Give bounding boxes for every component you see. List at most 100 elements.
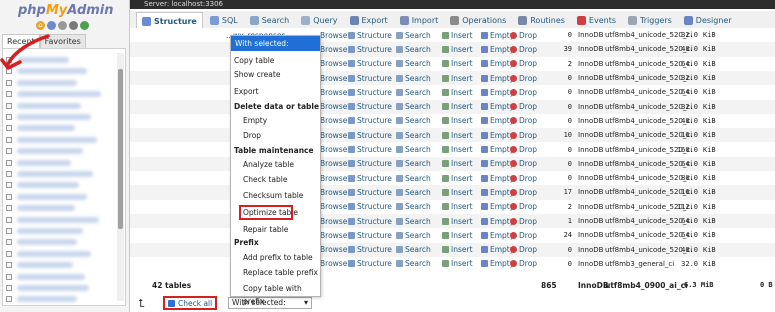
structure-link[interactable]: Structure xyxy=(348,145,392,154)
search-link[interactable]: Search xyxy=(396,217,431,226)
tree-expand-icon[interactable] xyxy=(6,262,12,269)
tree-item[interactable] xyxy=(17,216,99,223)
size-cell[interactable]: 32.0 xyxy=(681,31,698,39)
browse-link[interactable]: Browse xyxy=(320,131,347,140)
tab-triggers[interactable]: Triggers xyxy=(623,12,677,29)
tree-item[interactable] xyxy=(17,205,75,212)
browse-link[interactable]: Browse xyxy=(320,245,347,254)
search-link[interactable]: Search xyxy=(396,188,431,197)
tree-expand-icon[interactable] xyxy=(6,114,12,120)
search-link[interactable]: Search xyxy=(396,74,431,83)
tree-item[interactable] xyxy=(17,148,83,155)
tree-item[interactable] xyxy=(17,262,73,269)
browse-link[interactable]: Browse xyxy=(320,102,347,111)
search-link[interactable]: Search xyxy=(396,245,431,254)
browse-link[interactable]: Browse xyxy=(320,217,347,226)
tab-recent[interactable]: Recent xyxy=(2,34,40,49)
size-cell[interactable]: 112.0 xyxy=(677,203,698,211)
tree-item[interactable] xyxy=(17,57,69,63)
insert-link[interactable]: Insert xyxy=(442,131,473,140)
search-link[interactable]: Search xyxy=(396,159,431,168)
size-cell[interactable]: 16.0 xyxy=(681,188,698,196)
tab-routines[interactable]: Routines xyxy=(513,12,570,29)
structure-link[interactable]: Structure xyxy=(348,45,392,54)
search-link[interactable]: Search xyxy=(396,59,431,68)
structure-link[interactable]: Structure xyxy=(348,245,392,254)
dropdown-option[interactable]: Analyze table xyxy=(231,158,320,171)
dropdown-option[interactable]: Check table xyxy=(231,173,320,186)
tree-item[interactable] xyxy=(17,182,79,189)
tree-expand-icon[interactable] xyxy=(6,193,12,200)
search-link[interactable]: Search xyxy=(396,45,431,54)
insert-link[interactable]: Insert xyxy=(442,88,473,97)
size-cell[interactable]: 64.0 xyxy=(681,231,698,239)
tree-expand-icon[interactable] xyxy=(6,250,12,257)
tree-expand-icon[interactable] xyxy=(6,205,12,212)
logout-icon[interactable] xyxy=(47,21,56,30)
tree-item[interactable] xyxy=(17,193,87,200)
tree-expand-icon[interactable] xyxy=(6,125,12,132)
drop-link[interactable]: Drop xyxy=(510,245,537,254)
tree-expand-icon[interactable] xyxy=(6,79,12,86)
docs-icon[interactable] xyxy=(58,21,67,30)
drop-link[interactable]: Drop xyxy=(510,145,537,154)
size-cell[interactable]: 16.0 xyxy=(681,131,698,139)
tree-item[interactable] xyxy=(17,159,71,166)
tree-expand-icon[interactable] xyxy=(6,228,12,234)
insert-link[interactable]: Insert xyxy=(442,74,473,83)
tab-query[interactable]: Query xyxy=(296,12,342,29)
dropdown-option[interactable]: Checksum table xyxy=(231,189,320,202)
size-cell[interactable]: 64.0 xyxy=(681,60,698,68)
tab-designer[interactable]: Designer xyxy=(679,12,737,29)
size-cell[interactable]: 48.0 xyxy=(681,45,698,53)
insert-link[interactable]: Insert xyxy=(442,174,473,183)
dropdown-option[interactable]: Empty xyxy=(231,114,320,127)
dropdown-option[interactable]: Show create xyxy=(231,68,320,81)
drop-link[interactable]: Drop xyxy=(510,102,537,111)
browse-link[interactable]: Browse xyxy=(320,174,347,183)
drop-link[interactable]: Drop xyxy=(510,131,537,140)
reload-icon[interactable] xyxy=(80,21,89,30)
tree-item[interactable] xyxy=(17,250,91,257)
drop-link[interactable]: Drop xyxy=(510,74,537,83)
search-link[interactable]: Search xyxy=(396,131,431,140)
tree-scrollbar[interactable] xyxy=(117,53,124,301)
tree-item[interactable] xyxy=(17,102,81,109)
structure-link[interactable]: Structure xyxy=(348,131,392,140)
drop-link[interactable]: Drop xyxy=(510,174,537,183)
drop-link[interactable]: Drop xyxy=(510,116,537,125)
structure-link[interactable]: Structure xyxy=(348,74,392,83)
tab-search[interactable]: Search xyxy=(245,12,294,29)
search-link[interactable]: Search xyxy=(396,116,431,125)
size-cell[interactable]: 48.0 xyxy=(681,117,698,125)
tab-export[interactable]: Export xyxy=(345,12,393,29)
tree-expand-icon[interactable] xyxy=(6,239,12,246)
drop-link[interactable]: Drop xyxy=(510,188,537,197)
structure-link[interactable]: Structure xyxy=(348,259,392,268)
structure-link[interactable]: Structure xyxy=(348,116,392,125)
checkbox-icon[interactable] xyxy=(168,299,175,307)
search-link[interactable]: Search xyxy=(396,145,431,154)
structure-link[interactable]: Structure xyxy=(348,102,392,111)
browse-link[interactable]: Browse xyxy=(320,259,347,268)
browse-link[interactable]: Browse xyxy=(320,188,347,197)
browse-link[interactable]: Browse xyxy=(320,88,347,97)
dropdown-option[interactable]: Replace table prefix xyxy=(231,266,320,279)
tree-item[interactable] xyxy=(17,136,97,143)
dropdown-option[interactable]: Add prefix to table xyxy=(231,251,320,264)
tree-expand-icon[interactable] xyxy=(6,182,12,189)
size-cell[interactable]: 64.0 xyxy=(681,160,698,168)
size-cell[interactable]: 48.0 xyxy=(681,246,698,254)
size-cell[interactable]: 32.0 xyxy=(681,74,698,82)
tree-item[interactable] xyxy=(17,285,89,291)
tree-item[interactable] xyxy=(17,79,77,86)
browse-link[interactable]: Browse xyxy=(320,59,347,68)
insert-link[interactable]: Insert xyxy=(442,31,473,40)
tab-events[interactable]: Events xyxy=(572,12,621,29)
tree-expand-icon[interactable] xyxy=(6,91,12,98)
dropdown-option[interactable]: Drop xyxy=(231,129,320,142)
browse-link[interactable]: Browse xyxy=(320,159,347,168)
insert-link[interactable]: Insert xyxy=(442,259,473,268)
tab-operations[interactable]: Operations xyxy=(445,12,511,29)
drop-link[interactable]: Drop xyxy=(510,159,537,168)
